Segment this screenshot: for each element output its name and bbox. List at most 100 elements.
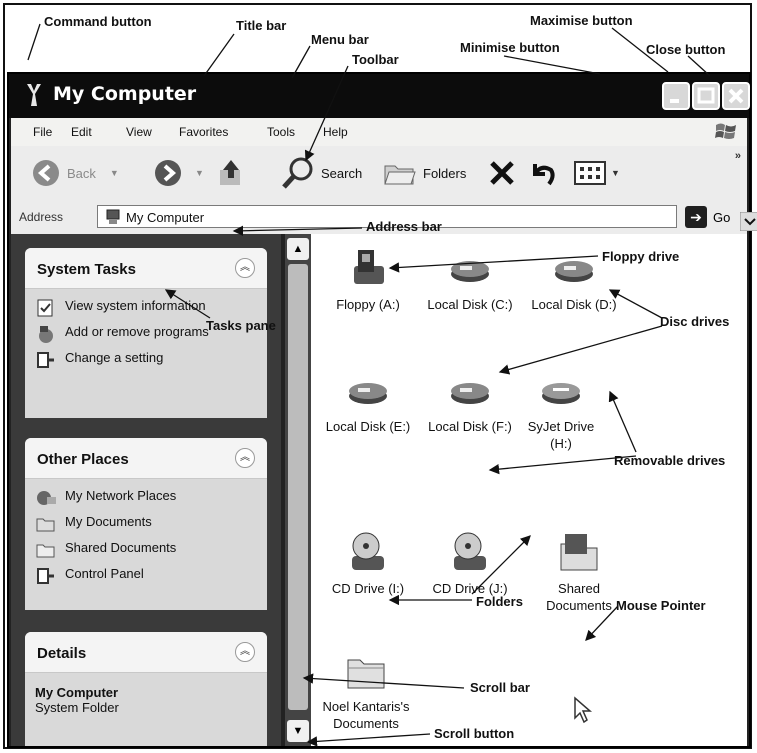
noel-documents-folder[interactable]: Noel Kantaris's Documents: [311, 648, 421, 732]
chevron-down-icon: ▼: [292, 725, 304, 737]
network-places-icon: [37, 491, 56, 505]
menu-favorites[interactable]: Favorites: [179, 125, 228, 139]
window-title: My Computer: [53, 83, 197, 105]
drive-local-f[interactable]: Local Disk (F:): [417, 368, 523, 435]
search-label: Search: [321, 165, 363, 181]
place-control-panel[interactable]: Control Panel: [35, 565, 257, 587]
callout-close-button: Close button: [646, 42, 726, 57]
go-button[interactable]: ➔ Go: [685, 205, 741, 229]
scroll-bar[interactable]: ▲ ▼: [285, 234, 311, 746]
go-arrow-icon: ➔: [685, 206, 707, 228]
drive-label: SyJet Drive (H:): [527, 419, 595, 451]
drive-cd-i[interactable]: CD Drive (I:): [315, 530, 421, 597]
drive-syjet-h[interactable]: SyJet Drive (H:): [521, 368, 601, 452]
place-my-network-places[interactable]: My Network Places: [35, 487, 257, 509]
address-dropdown-icon[interactable]: [740, 212, 757, 231]
drive-cd-j[interactable]: CD Drive (J:): [417, 530, 523, 597]
folders-button[interactable]: Folders: [383, 158, 466, 188]
search-button[interactable]: Search: [281, 157, 363, 189]
shared-documents-folder[interactable]: Shared Documents: [537, 530, 621, 614]
place-shared-documents[interactable]: Shared Documents: [35, 539, 257, 561]
back-dropdown-icon[interactable]: ▼: [110, 168, 119, 178]
folders-icon: [384, 165, 416, 185]
scroll-up-button[interactable]: ▲: [287, 238, 309, 260]
menu-tools[interactable]: Tools: [267, 125, 295, 139]
removable-drive-icon: [542, 383, 580, 404]
place-label: Control Panel: [65, 566, 144, 581]
callout-mouse-pointer: Mouse Pointer: [616, 598, 706, 613]
callout-folders: Folders: [476, 594, 523, 609]
system-tasks-panel: System Tasks ︽ View system information A…: [25, 248, 267, 418]
minimise-icon: [670, 99, 679, 103]
drive-label: Local Disk (F:): [428, 419, 512, 434]
place-my-documents[interactable]: My Documents: [35, 513, 257, 535]
scroll-down-button[interactable]: ▼: [287, 720, 309, 742]
chevron-up-icon[interactable]: ︽: [235, 258, 255, 278]
forward-dropdown-icon[interactable]: ▼: [195, 168, 204, 178]
close-icon: [728, 88, 744, 104]
maximise-button[interactable]: [692, 82, 720, 110]
task-change-setting[interactable]: Change a setting: [35, 349, 257, 371]
close-button[interactable]: [722, 82, 750, 110]
go-label: Go: [713, 209, 731, 225]
callout-tasks-pane: Tasks pane: [206, 318, 276, 333]
system-tasks-header[interactable]: System Tasks ︽: [25, 248, 267, 289]
up-folder-button[interactable]: [217, 158, 245, 188]
undo-button[interactable]: [527, 158, 557, 188]
cd-drive-icon: [454, 532, 486, 570]
details-title: Details: [37, 645, 87, 662]
documents-folder-icon: [36, 518, 55, 532]
forward-arrow-icon: [155, 160, 181, 186]
drive-label: Shared Documents: [546, 581, 612, 613]
system-info-icon: [37, 299, 53, 317]
menu-edit[interactable]: Edit: [71, 125, 92, 139]
menu-bar: File Edit View Favorites Tools Help: [11, 118, 747, 147]
minimise-button[interactable]: [662, 82, 690, 110]
back-button[interactable]: Back ▼: [31, 158, 119, 188]
delete-button[interactable]: [487, 158, 517, 188]
menu-help[interactable]: Help: [323, 125, 348, 139]
details-header[interactable]: Details ︽: [25, 632, 267, 673]
floppy-drive-icon: [354, 250, 384, 284]
system-tasks-title: System Tasks: [37, 261, 136, 278]
delete-x-icon: [490, 161, 514, 185]
drive-local-e[interactable]: Local Disk (E:): [315, 368, 421, 435]
other-places-panel: Other Places ︽ My Network Places My Docu…: [25, 438, 267, 610]
control-panel-icon: [37, 352, 54, 368]
drive-floppy-a[interactable]: Floppy (A:): [315, 246, 421, 313]
content-area: Floppy (A:) Local Disk (C:) Local Disk (…: [311, 234, 747, 746]
drive-label: Local Disk (E:): [325, 419, 411, 434]
search-icon: [282, 157, 313, 189]
drive-label: Noel Kantaris's Documents: [322, 699, 410, 731]
drive-label: Local Disk (C:): [427, 297, 513, 312]
drive-local-c[interactable]: Local Disk (C:): [417, 246, 523, 313]
hard-disk-icon: [451, 261, 489, 282]
menu-view[interactable]: View: [126, 125, 152, 139]
shared-folder-icon: [560, 534, 598, 571]
mouse-pointer-icon: [574, 696, 593, 724]
toolbar-overflow-icon[interactable]: »: [735, 150, 741, 162]
address-label: Address: [19, 210, 64, 224]
callout-menu-bar: Menu bar: [311, 32, 369, 47]
title-bar[interactable]: My Computer: [9, 74, 750, 118]
place-label: My Documents: [65, 514, 152, 529]
maximise-icon: [697, 87, 715, 104]
task-view-system-info[interactable]: View system information: [35, 297, 257, 319]
command-button-icon[interactable]: [23, 82, 45, 108]
other-places-header[interactable]: Other Places ︽: [25, 438, 267, 479]
callout-maximise-button: Maximise button: [530, 13, 633, 28]
chevron-up-icon[interactable]: ︽: [235, 642, 255, 662]
callout-floppy-drive: Floppy drive: [602, 249, 680, 264]
other-places-title: Other Places: [37, 451, 129, 468]
views-button[interactable]: ▼: [573, 158, 620, 188]
hard-disk-icon: [349, 383, 387, 404]
windows-logo-icon: [715, 123, 736, 139]
drive-label: Local Disk (D:): [531, 297, 617, 312]
shared-folder-icon: [36, 544, 55, 558]
views-dropdown-icon[interactable]: ▼: [611, 168, 620, 178]
scroll-thumb[interactable]: [288, 264, 308, 710]
forward-button[interactable]: ▼: [153, 158, 204, 188]
chevron-up-icon[interactable]: ︽: [235, 448, 255, 468]
tasks-pane: System Tasks ︽ View system information A…: [11, 234, 281, 746]
menu-file[interactable]: File: [33, 125, 52, 139]
